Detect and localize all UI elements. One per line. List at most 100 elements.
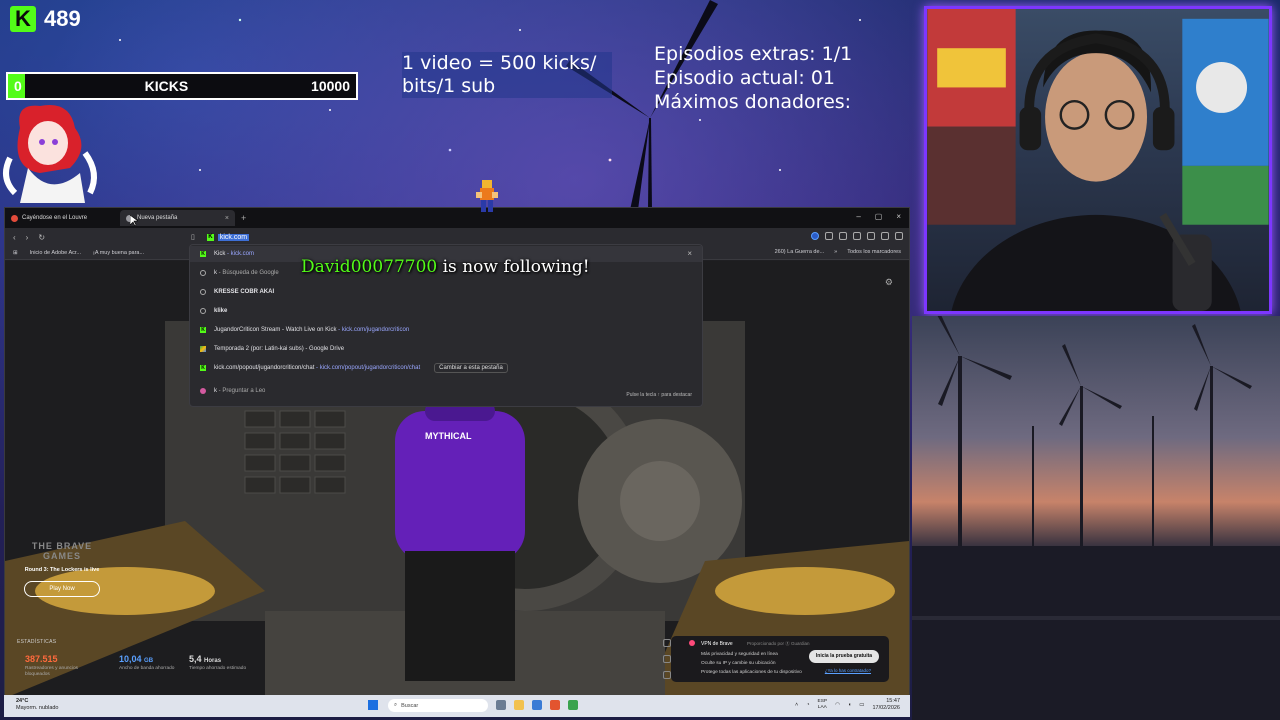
apps-grid-icon[interactable]: ⊞ (13, 250, 18, 256)
omnibox-suggestion[interactable]: k - Búsqueda de Google (200, 267, 279, 279)
tab-louvre[interactable]: Cayéndose en el Louvre (5, 210, 120, 226)
stats-title: ESTADÍSTICAS (17, 639, 57, 645)
kicks-goal-max: 10000 (311, 78, 350, 94)
kick-icon: K (200, 327, 206, 333)
omnibox-suggestion[interactable]: k - Preguntar a Leo (200, 385, 265, 397)
follower-username: David00077700 (301, 257, 438, 277)
tab-close-icon[interactable]: × (225, 215, 229, 222)
reload-icon[interactable]: ↻ (38, 233, 45, 242)
omnibox-hint: Pulse la tecla ↑ para destacar (626, 392, 692, 398)
close-dropdown-icon[interactable]: × (687, 249, 692, 258)
settings-gear-icon[interactable]: ⚙ (885, 277, 893, 288)
back-icon[interactable]: ‹ (13, 233, 16, 242)
omnibox-suggestion[interactable]: K kick.com/popout/jugandorcriticon/chat … (200, 362, 508, 374)
mouse-cursor-icon (130, 215, 138, 226)
kick-icon: K (200, 365, 206, 371)
toolbar-icons (811, 232, 903, 240)
sidebar-icon[interactable] (867, 232, 875, 240)
stat-unit: GB (144, 658, 154, 664)
vpn-bullet: Oculte su IP y cambie su ubicación (701, 661, 776, 666)
battery-icon[interactable]: ▭ (859, 702, 864, 708)
omnibox-suggestion[interactable]: K Kick - kick.com (200, 248, 254, 260)
search-placeholder: Buscar (401, 702, 419, 709)
brave-stats: ESTADÍSTICAS 387.515 Rastreadores y anun… (17, 639, 287, 695)
menu-icon[interactable] (895, 232, 903, 240)
downloads-icon[interactable] (881, 232, 889, 240)
stat-time: 5,4 Horas Tiempo ahorrado estimado (189, 654, 249, 672)
tab-bar: Cayéndose en el Louvre Nueva pestaña × +… (5, 208, 909, 228)
file-explorer-icon[interactable] (514, 700, 524, 710)
all-bookmarks-folder[interactable]: Todos los marcadores (847, 249, 901, 255)
refresh-icon[interactable] (663, 671, 671, 679)
omnibox-suggestion[interactable]: Temporada 2 (por: Latin-kai subs) - Goog… (200, 343, 344, 355)
shield-icon[interactable] (663, 639, 671, 647)
up-arrow-icon[interactable] (663, 655, 671, 663)
omnibox-suggestion[interactable]: KRESSE COBR AKAI (200, 286, 274, 298)
weather-widget[interactable]: 24°C Mayorm. nublado (16, 698, 59, 712)
search-icon (200, 270, 206, 276)
tab-title: Nueva pestaña (137, 215, 178, 221)
taskbar-clock[interactable]: 15:47 17/02/2026 (872, 698, 900, 712)
media-icon[interactable] (853, 232, 861, 240)
google-drive-icon (200, 346, 206, 352)
vpn-promo-card: VPN de Brave Proporcionado por ⓖ Guardia… (671, 636, 889, 682)
stat-value: 5,4 (189, 654, 202, 664)
kicks-goal-bar: 0 KICKS 10000 (6, 72, 358, 100)
language-indicator[interactable]: ESP LAA (818, 699, 828, 711)
stat-unit: Horas (204, 658, 222, 664)
stat-trackers: 387.515 Rastreadores y anuncios bloquead… (25, 654, 95, 678)
suggestion-text: Kick (214, 251, 226, 257)
brave-shields-icon[interactable] (811, 232, 819, 240)
promo-text: 1 video = 500 kicks/ bits/1 sub (402, 52, 612, 98)
suggestion-text: JugandorCriticon Stream - Watch Live on … (214, 327, 337, 333)
vpn-trial-button[interactable]: Inicia la prueba gratuita (809, 650, 879, 663)
omnibox-suggestion[interactable]: klike (200, 305, 227, 317)
suggestion-source: - Búsqueda de Google (217, 270, 279, 276)
minimize-button[interactable]: – (856, 212, 860, 221)
window-controls: – ▢ × (856, 212, 901, 221)
streamer-camera-image (927, 9, 1269, 311)
vpn-logo-icon (689, 640, 695, 646)
volume-icon[interactable]: ◖ (848, 702, 851, 708)
bookmark-item[interactable]: Inicio de Adobe Acr... (30, 250, 81, 256)
task-view-icon[interactable] (496, 700, 506, 710)
more-bookmarks-icon[interactable]: » (834, 249, 837, 255)
episodes-extras: Episodios extras: 1/1 (654, 43, 853, 65)
brave-games-round: Round 3: The Lockers is live (24, 567, 100, 573)
kick-icon: K (200, 251, 206, 257)
lang-bottom: LAA (817, 705, 827, 710)
kick-count: 489 (44, 6, 81, 31)
stat-label: Tiempo ahorrado estimado (189, 666, 247, 671)
date: 17/02/2026 (872, 705, 900, 711)
kicks-goal-label: KICKS (144, 78, 189, 94)
new-tab-button[interactable]: + (235, 213, 252, 223)
brave-games-logo: THE BRAVE GAMES (31, 541, 93, 561)
wallet-icon[interactable] (839, 232, 847, 240)
kick-logo-icon: K (10, 6, 36, 32)
taskbar-search[interactable]: ⌕ Buscar (388, 699, 488, 712)
extensions-icon[interactable] (825, 232, 833, 240)
store-icon[interactable] (532, 700, 542, 710)
wifi-icon[interactable]: ◠ (835, 702, 840, 708)
bookmark-item[interactable]: ¡A muy buena para... (93, 250, 144, 256)
stat-value: 10,04 (119, 654, 142, 664)
bookmark-item[interactable]: 260) La Guerra de... (775, 249, 825, 255)
forward-icon[interactable]: › (26, 233, 29, 242)
maximize-button[interactable]: ▢ (875, 212, 883, 221)
app-icon[interactable] (568, 700, 578, 710)
play-now-button[interactable]: Play Now (24, 581, 100, 597)
browser-window: Cayéndose en el Louvre Nueva pestaña × +… (4, 207, 910, 699)
address-bar[interactable]: ▯ K kick.com (191, 230, 281, 244)
tray-chevron-icon[interactable]: ˄ (795, 702, 798, 708)
follow-alert: David00077700 is now following! (301, 257, 590, 277)
vpn-already-link[interactable]: ¿Ya lo has contratado? (825, 668, 871, 673)
omnibox-suggestion[interactable]: K JugandorCriticon Stream - Watch Live o… (200, 324, 409, 336)
url-text[interactable]: kick.com (217, 233, 250, 241)
close-window-button[interactable]: × (896, 212, 901, 221)
bookmark-icon[interactable]: ▯ (191, 233, 195, 241)
brave-browser-icon[interactable] (550, 700, 560, 710)
start-button-icon[interactable] (368, 700, 378, 710)
network-icon[interactable]: ◔ (806, 702, 809, 708)
switch-to-tab-button[interactable]: Cambiar a esta pestaña (434, 363, 508, 373)
kick-counter: K 489 (10, 6, 81, 32)
